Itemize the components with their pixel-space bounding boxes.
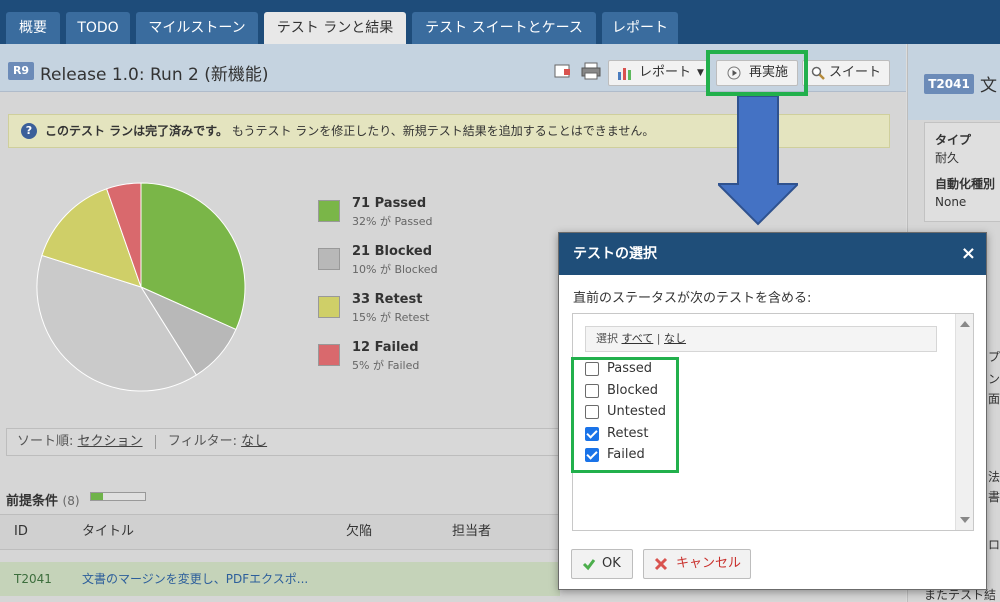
legend-title: 33 Retest <box>352 292 423 307</box>
select-bar: 選択 すべて | なし <box>585 326 937 352</box>
section-title: 前提条件 (8) <box>6 490 80 509</box>
run-title: Release 1.0: Run 2 (新機能) <box>40 65 269 85</box>
tab-todo[interactable]: TODO <box>66 12 130 44</box>
ok-button[interactable]: OK <box>571 549 633 579</box>
question-icon: ? <box>21 123 37 139</box>
report-button-label: レポート <box>639 65 692 80</box>
filter-none-link[interactable]: なし <box>241 434 267 449</box>
tab-test-suites[interactable]: テスト スイートとケース <box>412 12 596 44</box>
legend-title: 21 Blocked <box>352 244 433 259</box>
sort-filter-bar: ソート順: セクション フィルター: なし <box>6 428 566 456</box>
automation-label: 自動化種別 <box>935 177 996 191</box>
detail-text-fragment: ン <box>988 372 1000 386</box>
legend-title: 71 Passed <box>352 196 427 211</box>
section-name: 前提条件 <box>6 494 59 509</box>
legend-swatch <box>318 200 340 222</box>
detail-text-fragment: 書 <box>988 490 1000 504</box>
cross-icon <box>654 557 668 571</box>
detail-text-fragment: プロ <box>988 350 1000 364</box>
close-icon[interactable]: × <box>961 233 976 275</box>
table-row[interactable]: T2041 文書のマージンを変更し、PDFエクスポ... <box>0 562 560 596</box>
select-all-link[interactable]: すべて <box>622 332 654 345</box>
filter-label: フィルター: <box>167 434 237 449</box>
scroll-up-icon[interactable] <box>960 321 970 327</box>
down-arrow-icon <box>718 96 798 226</box>
notice-bold-text: このテスト ランは完了済みです。 <box>45 124 228 138</box>
table-header: ID タイトル 欠陥 担当者 <box>0 514 560 550</box>
tab-overview[interactable]: 概要 <box>6 12 60 44</box>
section-count: (8) <box>62 494 80 508</box>
print-icon[interactable] <box>580 60 602 82</box>
dialog-prompt: 直前のステータスが次のテストを含める: <box>573 291 812 306</box>
detail-text-fragment: 法 <box>988 470 1000 484</box>
row-id[interactable]: T2041 <box>14 562 52 596</box>
column-defects[interactable]: 欠陥 <box>346 515 372 549</box>
legend-swatch <box>318 344 340 366</box>
dialog-header: テストの選択 × <box>559 233 986 275</box>
progress-fill <box>91 493 103 500</box>
detail-text-fragment: ロ <box>988 538 1000 552</box>
suite-button[interactable]: スイート <box>802 60 890 86</box>
run-id-badge: R9 <box>8 62 34 80</box>
legend-swatch <box>318 296 340 318</box>
legend-percent: 10% が Blocked <box>352 263 438 276</box>
scroll-down-icon[interactable] <box>960 517 970 523</box>
report-button[interactable]: レポート ▼ <box>608 60 708 86</box>
legend-swatch <box>318 248 340 270</box>
select-tests-dialog: テストの選択 × 直前のステータスが次のテストを含める: 選択 すべて | なし… <box>558 232 987 590</box>
main-tab-bar: 概要 TODO マイルストーン テスト ランと結果 テスト スイートとケース レ… <box>0 0 1000 44</box>
bar-chart-icon <box>618 68 631 80</box>
detail-text-fragment: 面 <box>988 392 1000 406</box>
magnifier-icon <box>811 66 825 80</box>
suite-button-label: スイート <box>829 65 882 80</box>
select-label: 選択 <box>596 332 618 345</box>
sort-label: ソート順: <box>17 434 74 449</box>
legend-percent: 15% が Retest <box>352 311 430 324</box>
notice-text: もうテスト ランを修正したり、新規テスト結果を追加することはできません。 <box>231 124 655 138</box>
options-highlight-box <box>571 357 679 473</box>
test-title: 文 <box>980 76 997 96</box>
column-title[interactable]: タイトル <box>82 515 134 549</box>
column-id[interactable]: ID <box>14 515 28 549</box>
type-label: タイプ <box>935 133 972 147</box>
automation-value: None <box>935 195 967 209</box>
column-assignee[interactable]: 担当者 <box>452 515 491 549</box>
cancel-button[interactable]: キャンセル <box>643 549 751 579</box>
type-value: 耐久 <box>935 151 960 165</box>
divider <box>154 434 156 449</box>
check-icon <box>582 559 596 571</box>
select-none-link[interactable]: なし <box>664 332 686 345</box>
test-detail-header: T2041 文 <box>908 44 1000 120</box>
sort-section-link[interactable]: セクション <box>78 434 143 449</box>
legend-title: 12 Failed <box>352 340 419 355</box>
cancel-label: キャンセル <box>676 556 742 571</box>
tab-milestones[interactable]: マイルストーン <box>136 12 258 44</box>
tab-reports[interactable]: レポート <box>602 12 678 44</box>
status-pie-chart <box>36 182 246 392</box>
test-properties-card: タイプ 耐久 自動化種別 None <box>924 122 1000 222</box>
scrollbar[interactable] <box>955 314 973 530</box>
ok-label: OK <box>602 556 621 571</box>
rerun-highlight-box <box>706 50 808 96</box>
row-title-link[interactable]: 文書のマージンを変更し、PDFエクスポ... <box>82 562 308 596</box>
edit-run-icon[interactable] <box>552 60 574 82</box>
dialog-title: テストの選択 <box>573 246 657 262</box>
legend-percent: 5% が Failed <box>352 359 420 372</box>
section-progress-bar <box>90 492 146 501</box>
select-separator: | <box>656 332 661 345</box>
chevron-down-icon: ▼ <box>697 68 704 78</box>
tab-test-runs[interactable]: テスト ランと結果 <box>264 12 406 44</box>
legend-percent: 32% が Passed <box>352 215 433 228</box>
test-id-badge: T2041 <box>924 74 974 94</box>
